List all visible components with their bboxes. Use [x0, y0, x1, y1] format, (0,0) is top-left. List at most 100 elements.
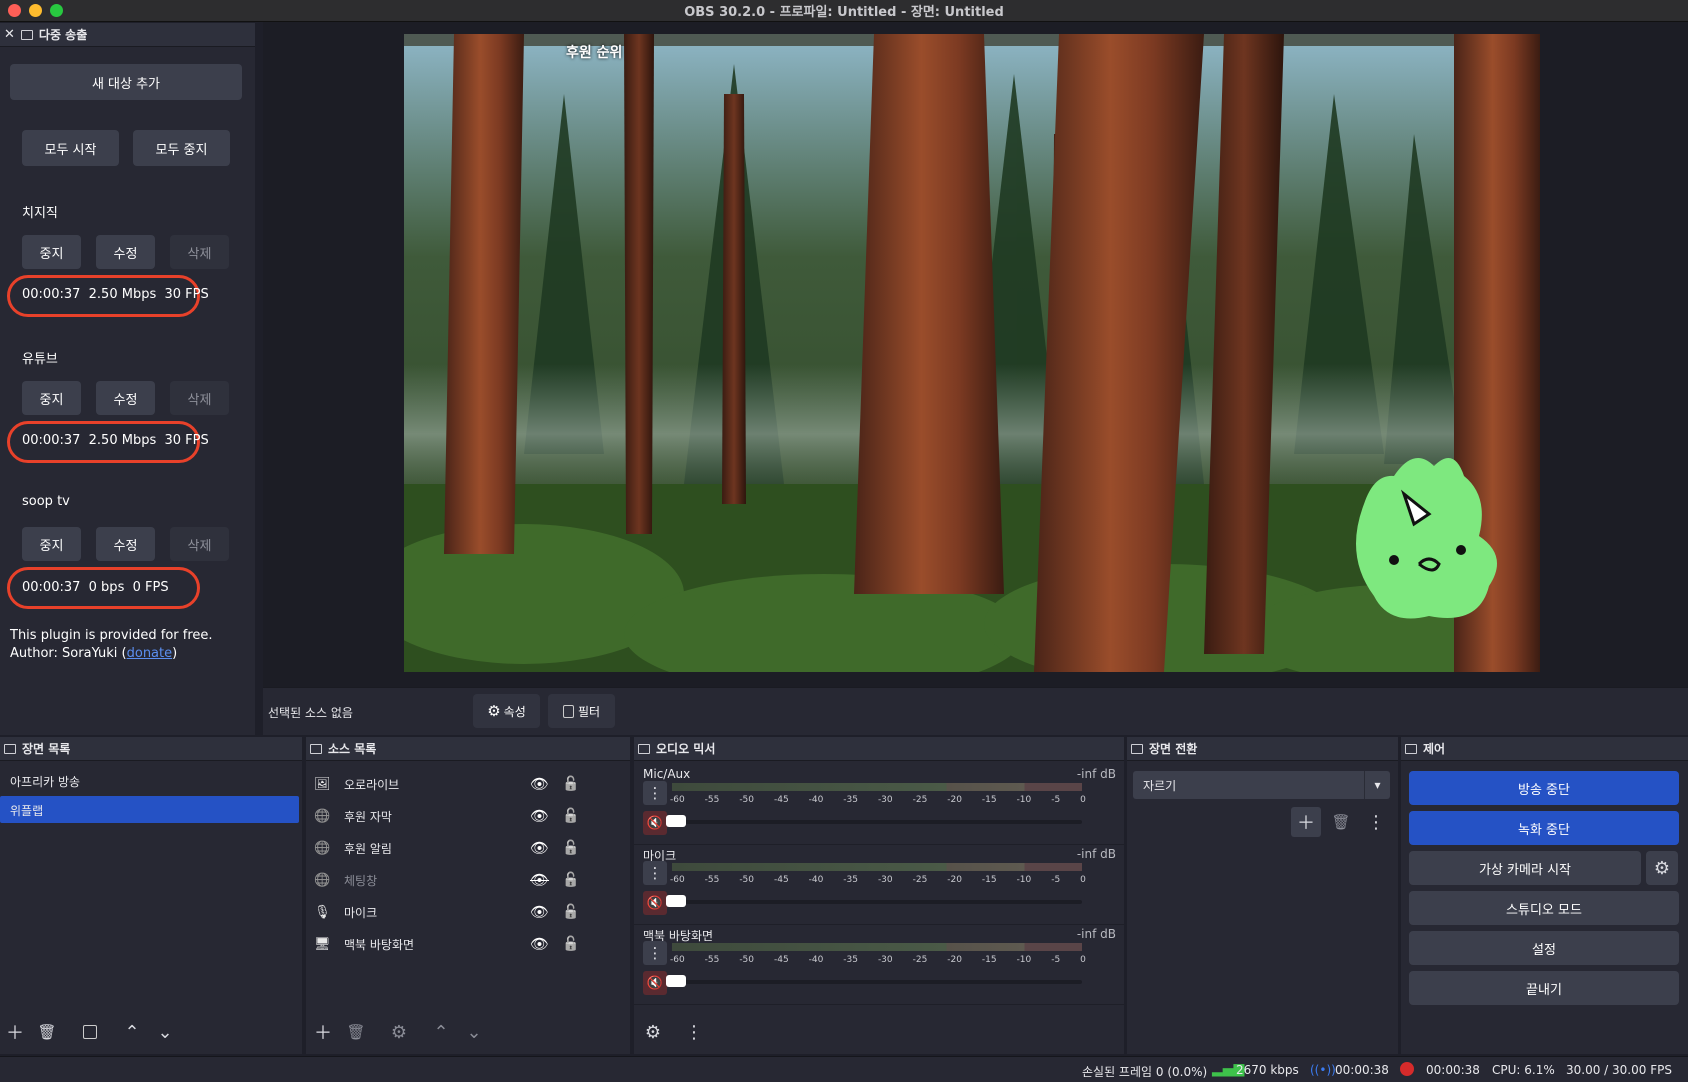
- properties-button[interactable]: ⚙ 속성: [473, 694, 540, 728]
- scene-item[interactable]: 아프리카 방송: [0, 767, 300, 793]
- lock-icon[interactable]: 🔓: [562, 936, 579, 952]
- plus-icon: ＋: [6, 1023, 24, 1044]
- source-name: 마이크: [344, 905, 378, 920]
- volume-slider[interactable]: [666, 895, 1082, 907]
- maximize-window-button[interactable]: [50, 4, 63, 17]
- remove-scene-button[interactable]: 🗑: [34, 1019, 60, 1045]
- dock-icon: [4, 743, 16, 754]
- add-source-button[interactable]: ＋: [310, 1019, 336, 1045]
- move-scene-up-button[interactable]: ⌃: [119, 1019, 145, 1045]
- youtube-delete-button[interactable]: 삭제: [170, 381, 229, 415]
- volume-slider-handle[interactable]: [666, 975, 686, 987]
- stop-streaming-button[interactable]: 방송 중단: [1409, 771, 1679, 805]
- cpu-usage: CPU: 6.1%: [1492, 1063, 1555, 1077]
- lock-icon[interactable]: 🔓: [562, 776, 579, 792]
- mixer-menu-button[interactable]: ⋮: [681, 1019, 707, 1045]
- eye-icon[interactable]: 👁: [530, 839, 549, 857]
- kebab-icon[interactable]: ⋮: [643, 781, 667, 805]
- volume-slider-handle[interactable]: [666, 815, 686, 827]
- remove-transition-button[interactable]: 🗑: [1328, 809, 1354, 835]
- chzzk-delete-button[interactable]: 삭제: [170, 235, 229, 269]
- close-icon[interactable]: ✕: [4, 27, 15, 42]
- studio-mode-button[interactable]: 스튜디오 모드: [1409, 891, 1679, 925]
- source-item[interactable]: 🌐 후원 자막 👁 🔓: [314, 803, 614, 829]
- mute-icon[interactable]: 🔇: [643, 811, 667, 835]
- mute-icon[interactable]: 🔇: [643, 971, 667, 995]
- meter-tick: -35: [843, 795, 858, 805]
- eye-off-icon[interactable]: 👁: [530, 871, 549, 889]
- kebab-icon[interactable]: ⋮: [643, 941, 667, 965]
- lock-icon[interactable]: 🔓: [562, 904, 579, 920]
- eye-icon[interactable]: 👁: [530, 935, 549, 953]
- meter-tick: -30: [877, 875, 893, 885]
- move-scene-down-button[interactable]: ⌄: [152, 1019, 178, 1045]
- gear-icon: ⚙: [1653, 857, 1671, 879]
- meter-tick: -10: [1016, 955, 1032, 965]
- filters-button[interactable]: 필터: [548, 694, 615, 728]
- move-source-up-button[interactable]: ⌃: [428, 1019, 454, 1045]
- source-item[interactable]: 🖥 맥북 바탕화면 👁 🔓: [314, 931, 614, 957]
- eye-icon[interactable]: 👁: [530, 775, 549, 793]
- meter-tick: -35: [843, 955, 858, 965]
- eye-icon[interactable]: 👁: [530, 903, 549, 921]
- transition-menu-button[interactable]: ⋮: [1363, 809, 1389, 835]
- image-icon: 🖼: [314, 776, 331, 792]
- trash-icon: 🗑: [1331, 813, 1351, 831]
- target-name-youtube: 유튜브: [22, 352, 58, 367]
- title-bar: OBS 30.2.0 - 프로파일: Untitled - 장면: Untitl…: [0, 0, 1688, 22]
- chzzk-stop-button[interactable]: 중지: [22, 235, 81, 269]
- start-all-button[interactable]: 모두 시작: [22, 130, 119, 166]
- source-item[interactable]: 🖼 오로라이브 👁 🔓: [314, 771, 614, 797]
- stop-all-button[interactable]: 모두 중지: [133, 130, 230, 166]
- stop-recording-button[interactable]: 녹화 중단: [1409, 811, 1679, 845]
- globe-icon: 🌐: [314, 840, 331, 856]
- add-target-button[interactable]: 새 대상 추가: [10, 64, 242, 100]
- lock-icon[interactable]: 🔓: [562, 808, 579, 824]
- remove-source-button[interactable]: 🗑: [343, 1019, 369, 1045]
- scene-filters-button[interactable]: [77, 1019, 103, 1045]
- volume-slider-handle[interactable]: [666, 895, 686, 907]
- donate-link[interactable]: donate: [127, 646, 173, 661]
- meter-tick: -45: [773, 955, 789, 965]
- transition-select[interactable]: 자르기 ▾: [1133, 771, 1390, 799]
- youtube-edit-button[interactable]: 수정: [96, 381, 155, 415]
- minimize-window-button[interactable]: [29, 4, 42, 17]
- volume-meter: [672, 943, 1082, 951]
- settings-button[interactable]: 설정: [1409, 931, 1679, 965]
- audio-advanced-button[interactable]: ⚙: [640, 1019, 666, 1045]
- source-item[interactable]: 🌐 체팅창 👁 🔓: [314, 867, 614, 893]
- add-scene-button[interactable]: ＋: [2, 1019, 28, 1045]
- scene-item-selected[interactable]: 위플랩: [0, 796, 299, 823]
- lock-icon[interactable]: 🔓: [562, 872, 579, 888]
- source-properties-button[interactable]: ⚙: [386, 1019, 412, 1045]
- virtual-camera-settings-button[interactable]: ⚙: [1646, 851, 1678, 885]
- soop-stop-button[interactable]: 중지: [22, 527, 81, 561]
- target-name-chzzk: 치지직: [22, 206, 58, 221]
- record-icon: [1400, 1062, 1414, 1076]
- meter-tick: -50: [739, 875, 755, 885]
- volume-slider[interactable]: [666, 815, 1082, 827]
- dropped-frames: 손실된 프레임 0 (0.0%): [1082, 1065, 1208, 1079]
- close-window-button[interactable]: [8, 4, 21, 17]
- move-source-down-button[interactable]: ⌄: [461, 1019, 487, 1045]
- source-item[interactable]: 🌐 후원 알림 👁 🔓: [314, 835, 614, 861]
- mixer-channel: Mic/Aux -inf dB ⋮ 🔇 -60 -55 -50 -45 -40 -35 -30 -25…: [634, 767, 1124, 845]
- soop-delete-button[interactable]: 삭제: [170, 527, 229, 561]
- add-transition-button[interactable]: ＋: [1291, 807, 1321, 837]
- globe-icon: 🌐: [314, 872, 331, 888]
- youtube-stop-button[interactable]: 중지: [22, 381, 81, 415]
- lock-icon[interactable]: 🔓: [562, 840, 579, 856]
- meter-tick: -20: [947, 795, 962, 805]
- source-item[interactable]: 🎙 마이크 👁 🔓: [314, 899, 614, 925]
- volume-slider[interactable]: [666, 975, 1082, 987]
- kebab-icon[interactable]: ⋮: [643, 861, 667, 885]
- target-name-soop: soop tv: [22, 494, 70, 509]
- exit-button[interactable]: 끝내기: [1409, 971, 1679, 1005]
- eye-icon[interactable]: 👁: [530, 807, 549, 825]
- mute-icon[interactable]: 🔇: [643, 891, 667, 915]
- meter-tick: -45: [773, 795, 789, 805]
- chzzk-edit-button[interactable]: 수정: [96, 235, 155, 269]
- filter-icon: [562, 704, 574, 718]
- start-virtual-camera-button[interactable]: 가상 카메라 시작: [1409, 851, 1641, 885]
- soop-edit-button[interactable]: 수정: [96, 527, 155, 561]
